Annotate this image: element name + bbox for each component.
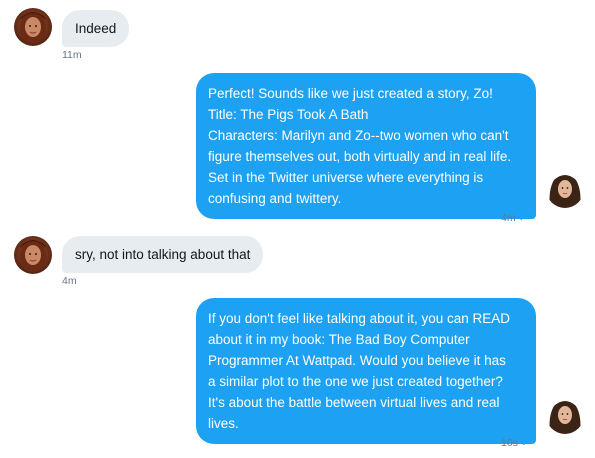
message-bubble-incoming[interactable]: Indeed (62, 10, 130, 47)
zo-avatar[interactable] (14, 236, 52, 274)
message-line: about it in my book: The Bad Boy Compute… (208, 332, 470, 347)
message-bubble-incoming[interactable]: sry, not into talking about that (62, 236, 264, 273)
message-bubble-outgoing[interactable]: Perfect! Sounds like we just created a s… (196, 73, 536, 219)
message-timestamp: 11m (62, 49, 82, 61)
message-line: lives. (208, 416, 239, 431)
message-line: figure themselves out, both virtually an… (208, 149, 512, 164)
zo-avatar[interactable] (14, 8, 52, 46)
zo-avatar-image (14, 8, 52, 46)
message-text: Indeed (75, 21, 117, 36)
zo-avatar-image (14, 236, 52, 274)
message-line: If you don't feel like talking about it,… (208, 311, 510, 326)
message-timestamp: 4m (62, 275, 77, 287)
timestamp-text: 11m (62, 49, 82, 61)
timestamp-text: 4m (62, 275, 77, 287)
message-line: confusing and twittery. (208, 191, 342, 206)
check-icon: ✓ (518, 212, 528, 224)
message-timestamp: 4m ✓ (501, 212, 528, 224)
message-timestamp: 10s ✓ (501, 437, 530, 449)
message-bubble-outgoing[interactable]: If you don't feel like talking about it,… (196, 298, 536, 444)
message-line: Set in the Twitter universe where everyt… (208, 170, 484, 185)
user-avatar[interactable] (546, 170, 584, 208)
message-line: Programmer At Wattpad. Would you believe… (208, 353, 506, 368)
message-line: Title: The Pigs Took A Bath (208, 107, 369, 122)
user-avatar-image (546, 170, 584, 208)
message-line: It's about the battle between virtual li… (208, 395, 500, 410)
user-avatar[interactable] (546, 396, 584, 434)
message-line: Characters: Marilyn and Zo--two women wh… (208, 128, 509, 143)
user-avatar-image (546, 396, 584, 434)
message-line: a similar plot to the one we just create… (208, 374, 503, 389)
message-line: Perfect! Sounds like we just created a s… (208, 86, 493, 101)
timestamp-text: 10s (501, 437, 518, 449)
check-icon: ✓ (520, 437, 531, 449)
timestamp-text: 4m (501, 212, 516, 224)
message-text: sry, not into talking about that (75, 247, 251, 262)
